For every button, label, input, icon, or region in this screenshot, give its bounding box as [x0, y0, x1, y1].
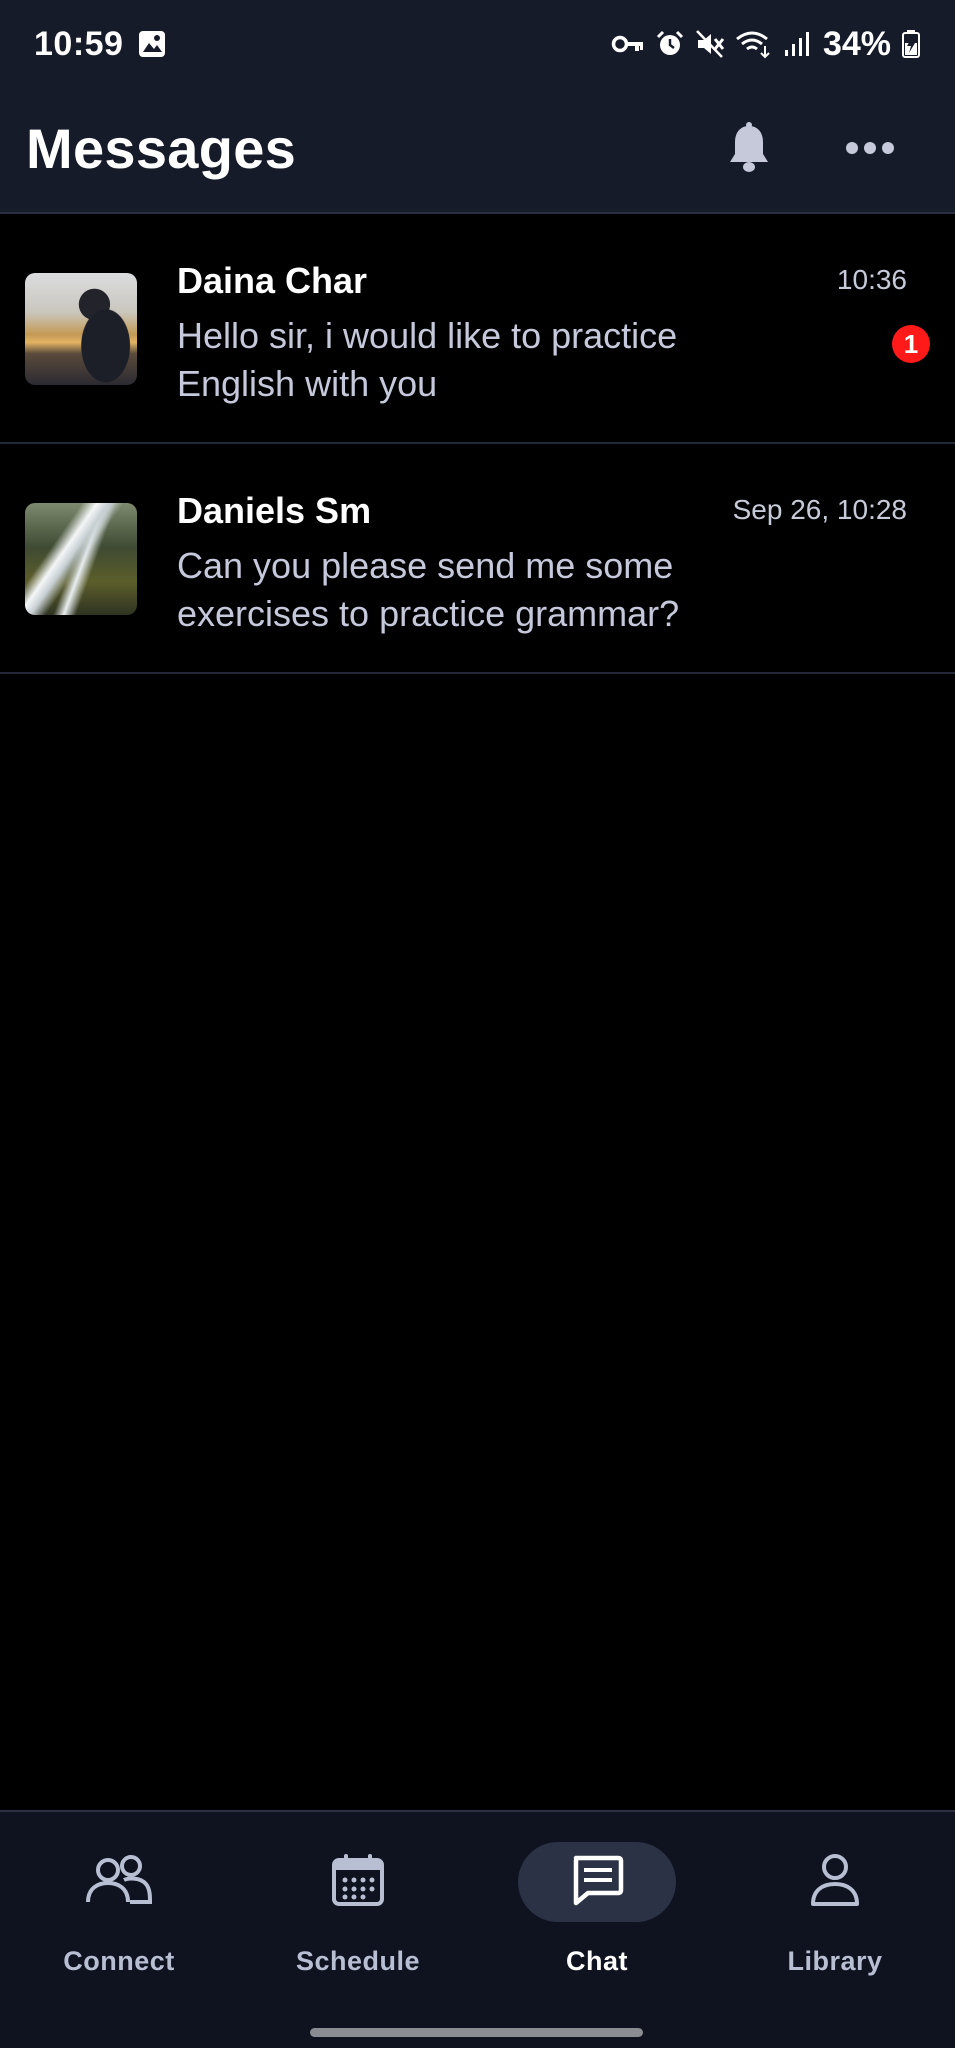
conversation-list: Daina Char 10:36 Hello sir, i would like…	[0, 214, 955, 674]
key-icon	[611, 32, 645, 56]
nav-chat[interactable]: Chat	[478, 1812, 716, 2012]
status-right: 34%	[601, 25, 921, 64]
avatar	[25, 273, 137, 385]
wifi-icon	[735, 29, 773, 59]
more-icon	[845, 141, 895, 160]
page-title: Messages	[26, 117, 297, 180]
conversation-preview: Can you please send me some exercises to…	[177, 545, 680, 634]
nav-icon-wrap	[279, 1842, 437, 1922]
status-left: 10:59	[34, 25, 167, 64]
status-bar: 10:59 34%	[0, 0, 955, 88]
person-icon	[808, 1852, 862, 1913]
nav-schedule[interactable]: Schedule	[239, 1812, 477, 2012]
nav-label: Schedule	[295, 1946, 421, 1976]
home-indicator[interactable]	[310, 2028, 643, 2037]
nav-label: Connect	[63, 1946, 175, 1976]
gallery-icon	[137, 29, 167, 59]
nav-icon-wrap	[40, 1842, 198, 1922]
nav-label: Library	[787, 1946, 883, 1976]
conversation-item[interactable]: Daniels Sm Sep 26, 10:28 Can you please …	[0, 444, 955, 674]
chat-icon	[570, 1854, 624, 1911]
calendar-icon	[330, 1852, 386, 1913]
more-options-button[interactable]	[838, 118, 902, 182]
system-nav-bar	[0, 2010, 955, 2048]
conversation-item[interactable]: Daina Char 10:36 Hello sir, i would like…	[0, 214, 955, 444]
battery-percent: 34%	[822, 24, 891, 63]
mute-icon	[695, 29, 725, 59]
conversation-name: Daniels Sm	[177, 490, 372, 531]
alarm-icon	[655, 29, 685, 59]
nav-icon-wrap	[518, 1842, 676, 1922]
bell-icon	[726, 121, 772, 179]
battery-icon	[901, 29, 921, 59]
nav-library[interactable]: Library	[716, 1812, 954, 2012]
signal-icon	[783, 30, 811, 58]
app-header: Messages	[0, 88, 955, 214]
conversation-preview: Hello sir, i would like to practice Engl…	[177, 315, 678, 404]
people-icon	[84, 1854, 154, 1911]
unread-badge: 1	[892, 325, 930, 363]
nav-connect[interactable]: Connect	[0, 1812, 238, 2012]
conversation-time: Sep 26, 10:28	[732, 494, 907, 525]
bottom-nav: Connect Schedule Chat Library	[0, 1810, 955, 2010]
conversation-time: 10:36	[836, 264, 907, 295]
nav-icon-wrap	[756, 1842, 914, 1922]
nav-label: Chat	[566, 1946, 628, 1976]
status-time: 10:59	[34, 24, 124, 63]
conversation-name: Daina Char	[177, 260, 368, 301]
avatar	[25, 503, 137, 615]
notifications-button[interactable]	[717, 118, 781, 182]
